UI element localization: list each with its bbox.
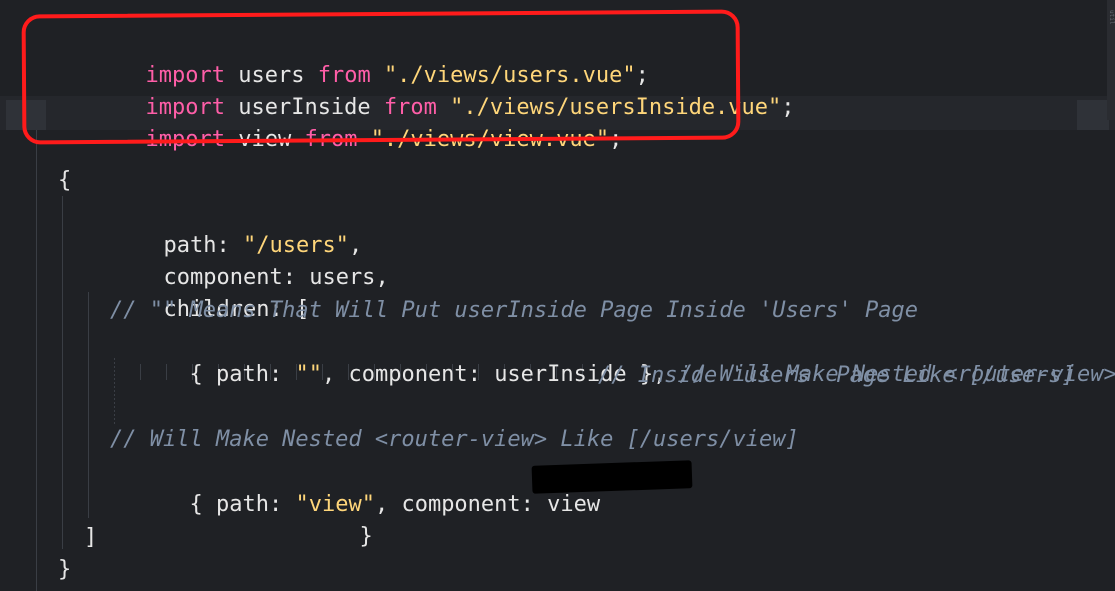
colon: : <box>268 362 283 387</box>
component-property: component <box>348 362 468 387</box>
code-line-import-users[interactable]: import users from "./views/users.vue"; <box>66 28 648 88</box>
continued-comment[interactable]: // Inside 'users' Page Like [/users] <box>598 360 1075 392</box>
colon: : <box>268 492 283 517</box>
from-keyword: from <box>304 127 358 152</box>
semicolon: ; <box>781 95 795 120</box>
component-value: users <box>309 265 376 290</box>
comma: , <box>321 362 336 387</box>
route-children-line[interactable]: children: [ <box>84 262 309 322</box>
path-property: path <box>215 362 269 387</box>
colon: : <box>520 492 534 517</box>
semicolon: ; <box>609 127 623 152</box>
import-path: "./views/view.vue" <box>370 127 610 152</box>
comment-line[interactable]: // Will Make Nested <router-view> Like [… <box>110 424 799 456</box>
component-property: component <box>401 492 521 517</box>
route-component-line[interactable]: component: users, <box>84 230 388 290</box>
colon: : <box>467 362 481 387</box>
redaction-smudge-icon <box>650 468 690 486</box>
code-line-import-userinside[interactable]: import userInside from "./views/usersIns… <box>66 60 794 120</box>
route-open-brace[interactable]: { <box>58 165 71 197</box>
child-route-view[interactable]: { path: "view", component: view } <box>110 457 600 549</box>
route-close-brace[interactable]: } <box>58 554 71 586</box>
path-property: path <box>215 492 269 517</box>
child-open-brace: { <box>189 362 203 387</box>
comment-line[interactable]: // "" Means That Will Put userInside Pag… <box>110 295 918 327</box>
comma: , <box>374 492 389 517</box>
child-close-brace: } <box>359 524 373 549</box>
code-content[interactable]: import users from "./views/users.vue"; i… <box>0 0 1115 591</box>
code-line-import-view[interactable]: import view from "./views/view.vue"; <box>66 92 622 152</box>
child-route-user-inside[interactable]: { path: "", component: userInside }, // … <box>110 327 1115 387</box>
code-editor: util import users from "./views/users.vu… <box>0 0 1115 591</box>
path-value: "" <box>295 362 322 387</box>
import-identifier: view <box>238 127 292 152</box>
child-open-brace: { <box>189 492 203 517</box>
comma: , <box>375 265 389 290</box>
children-close-bracket[interactable]: ] <box>84 522 97 554</box>
import-keyword: import <box>145 127 225 152</box>
component-value: view <box>547 492 601 517</box>
path-value: "view" <box>295 492 375 517</box>
route-path-line[interactable]: path: "/users", <box>84 198 362 258</box>
